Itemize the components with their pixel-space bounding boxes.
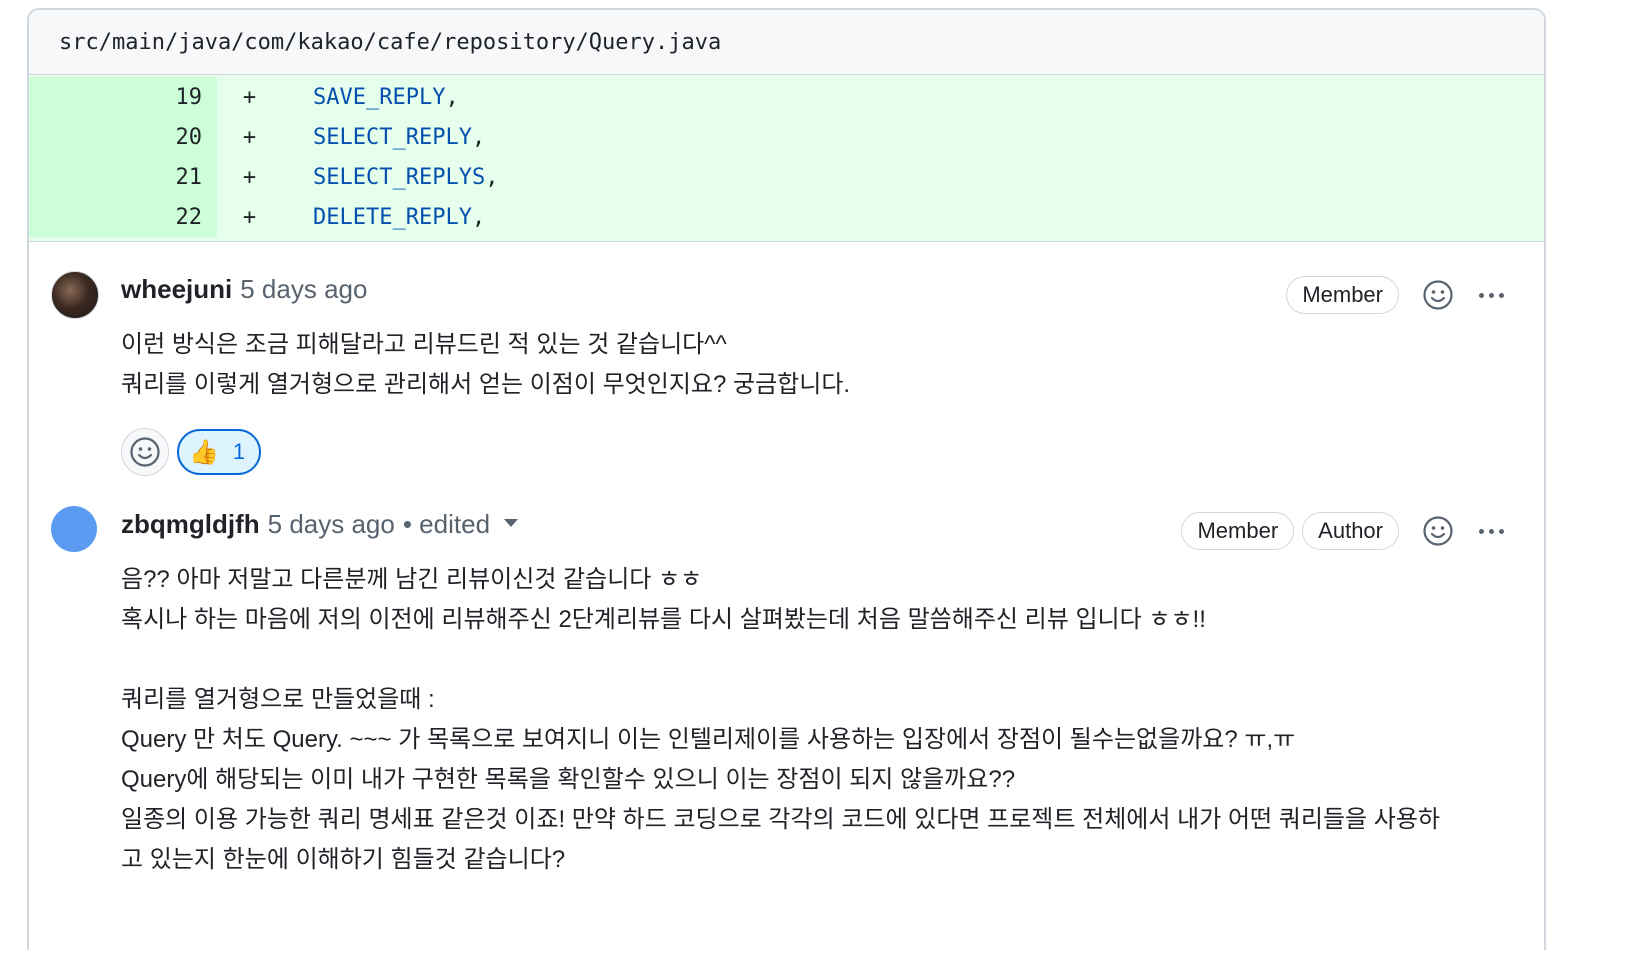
line-number[interactable]: 20 <box>29 117 217 157</box>
code-punctuation: , <box>485 164 499 190</box>
author-badge: Author <box>1302 512 1399 550</box>
diff-marker: + <box>242 164 257 190</box>
diff-hunk: 19 + SAVE_REPLY, 20 + SELECT_REPLY, 21 +… <box>29 75 1544 242</box>
diff-line: 22 + DELETE_REPLY, <box>29 197 1544 237</box>
file-header: src/main/java/com/kakao/cafe/repository/… <box>29 10 1544 75</box>
file-path[interactable]: src/main/java/com/kakao/cafe/repository/… <box>59 30 721 55</box>
smiley-icon[interactable] <box>1421 514 1455 548</box>
edited-label: • edited <box>402 509 491 539</box>
triangle-down-icon <box>504 518 519 527</box>
code-text: SELECT_REPLY, <box>267 125 485 150</box>
diff-line: 19 + SAVE_REPLY, <box>29 77 1544 117</box>
code-punctuation: , <box>471 204 486 230</box>
line-number[interactable]: 19 <box>29 77 217 117</box>
comment-header: wheejuni 5 days ago <box>121 274 367 305</box>
comment-header: zbqmgldjfh 5 days ago • edited <box>121 509 519 540</box>
code-text: DELETE_REPLY, <box>267 205 485 230</box>
diff-line: 21 + SELECT_REPLYS, <box>29 157 1544 197</box>
kebab-horizontal-icon[interactable] <box>1479 514 1504 548</box>
thumbs-up-reaction[interactable]: 👍 1 <box>177 429 262 475</box>
smiley-icon <box>130 437 160 467</box>
comment-actions: Member Author <box>1181 512 1504 550</box>
comment-actions: Member <box>1286 276 1504 314</box>
diff-marker: + <box>242 84 257 110</box>
line-number[interactable]: 22 <box>29 197 217 237</box>
review-thread-card: src/main/java/com/kakao/cafe/repository/… <box>27 8 1546 950</box>
code-identifier: SELECT_REPLY <box>313 124 472 150</box>
diff-marker: + <box>242 204 257 230</box>
comment-body: 이런 방식은 조금 피해달라고 리뷰드린 적 있는 것 같습니다^^ 쿼리를 이… <box>121 331 851 398</box>
comment-body: 음?? 아마 저말고 다른분께 남긴 리뷰이신것 같습니다 ㅎㅎ 혹시나 하는 … <box>121 566 1441 873</box>
code-identifier: DELETE_REPLY <box>313 204 472 230</box>
edited-dropdown[interactable]: • edited <box>402 509 519 540</box>
code-text: SELECT_REPLYS, <box>267 165 498 190</box>
comment-timestamp[interactable]: 5 days ago <box>240 274 367 305</box>
kebab-horizontal-icon[interactable] <box>1479 278 1504 312</box>
smiley-icon[interactable] <box>1421 278 1455 312</box>
line-number[interactable]: 21 <box>29 157 217 197</box>
code-punctuation: , <box>445 84 459 110</box>
code-identifier: SELECT_REPLYS <box>313 164 486 190</box>
avatar[interactable] <box>51 271 99 319</box>
member-badge: Member <box>1286 276 1399 314</box>
comment-timestamp[interactable]: 5 days ago <box>268 509 395 540</box>
code-punctuation: , <box>471 124 486 150</box>
comment-author[interactable]: zbqmgldjfh <box>121 509 260 540</box>
thumbs-up-icon: 👍 <box>189 438 219 466</box>
avatar[interactable] <box>51 506 97 552</box>
code-identifier: SAVE_REPLY <box>313 84 446 110</box>
diff-marker: + <box>242 124 257 150</box>
comment-author[interactable]: wheejuni <box>121 274 232 305</box>
diff-line: 20 + SELECT_REPLY, <box>29 117 1544 157</box>
reaction-count: 1 <box>232 439 246 464</box>
code-text: SAVE_REPLY, <box>267 85 459 110</box>
add-reaction-button[interactable] <box>121 428 169 476</box>
reactions-bar: 👍 1 <box>121 428 262 476</box>
member-badge: Member <box>1181 512 1295 550</box>
